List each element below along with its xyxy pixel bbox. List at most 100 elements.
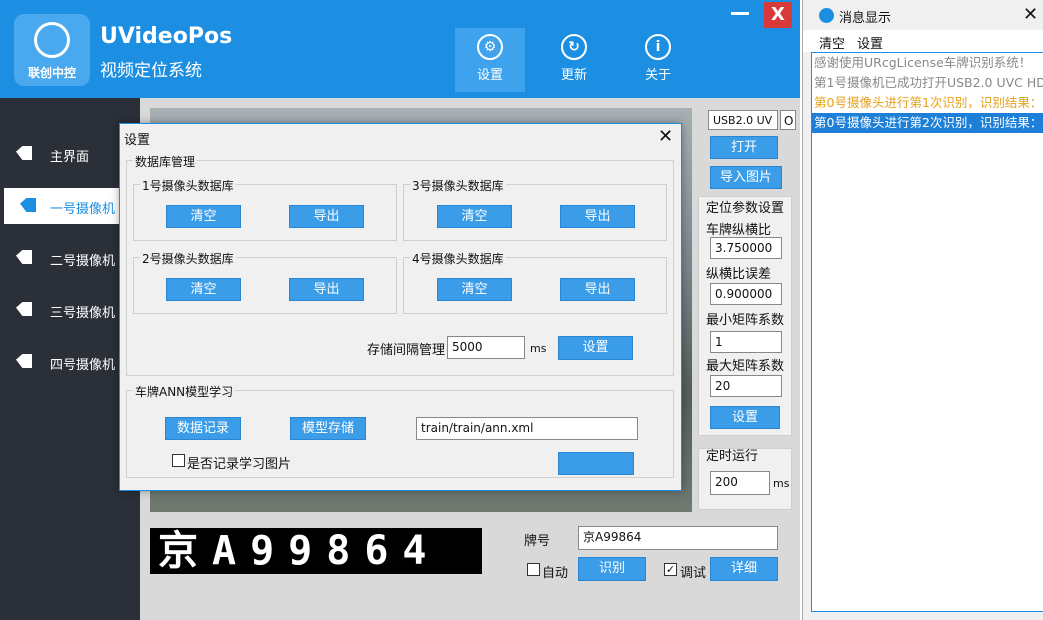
message-menu-bar: 清空 设置 (803, 30, 1043, 52)
sidebar-item-label: 一号摄像机 (50, 202, 116, 217)
app-logo: 联创中控 (14, 14, 90, 86)
recognize-button[interactable]: 识别 (578, 557, 646, 581)
db3-clear-button[interactable]: 清空 (437, 205, 512, 228)
db2-group: 2号摄像头数据库 清空 导出 (133, 250, 397, 314)
record-images-checkbox[interactable] (172, 454, 185, 467)
ann-action-button[interactable] (558, 452, 634, 475)
info-icon: i (645, 34, 671, 60)
nav-update-label: 更新 (560, 68, 587, 83)
aspect-error-label: 纵横比误差 (706, 267, 772, 282)
auto-checkbox[interactable] (527, 563, 540, 576)
sidebar-item-label: 主界面 (50, 150, 90, 165)
save-model-button[interactable]: 模型存储 (290, 417, 366, 440)
refresh-icon: ↻ (561, 34, 587, 60)
db4-title: 4号摄像头数据库 (410, 250, 506, 267)
nav-update[interactable]: ↻ 更新 (539, 28, 609, 92)
db3-group: 3号摄像头数据库 清空 导出 (403, 177, 667, 241)
auto-label: 自动 (542, 566, 569, 581)
plate-number-input[interactable]: 京A99864 (578, 526, 778, 550)
db1-group: 1号摄像头数据库 清空 导出 (133, 177, 397, 241)
message-window: 消息显示 ✕ 清空 设置 感谢使用URcgLicense车牌识别系统！ 第1号摄… (802, 0, 1043, 620)
menu-clear[interactable]: 清空 (819, 33, 845, 52)
plate-number-label: 牌号 (524, 534, 551, 549)
interval-label: 存储间隔管理 (367, 343, 446, 358)
settings-icon: ⚙ (477, 34, 503, 60)
import-image-button[interactable]: 导入图片 (710, 166, 782, 189)
model-path-input[interactable]: train/train/ann.xml (416, 417, 638, 440)
sidebar-item-label: 二号摄像机 (50, 254, 116, 269)
max-rect-label: 最大矩阵系数 (706, 359, 785, 374)
db3-export-button[interactable]: 导出 (560, 205, 635, 228)
db1-title: 1号摄像头数据库 (140, 177, 236, 194)
debug-label: 调试 (680, 566, 707, 581)
ann-group: 车牌ANN模型学习 数据记录 模型存储 train/train/ann.xml … (126, 383, 674, 478)
close-button[interactable]: X (764, 2, 792, 28)
timer-group: 定时运行 200 ms (698, 448, 792, 510)
message-close-icon[interactable]: ✕ (1023, 4, 1038, 25)
app-subtitle: 视频定位系统 (100, 61, 202, 81)
nav-about-label: 关于 (644, 68, 671, 83)
db2-title: 2号摄像头数据库 (140, 250, 236, 267)
record-data-button[interactable]: 数据记录 (165, 417, 241, 440)
sidebar-item-label: 四号摄像机 (50, 358, 116, 373)
db4-group: 4号摄像头数据库 清空 导出 (403, 250, 667, 314)
menu-settings[interactable]: 设置 (857, 33, 883, 52)
db2-clear-button[interactable]: 清空 (166, 278, 241, 301)
nav-settings-label: 设置 (476, 68, 503, 83)
tag-icon (16, 146, 32, 160)
tag-icon (16, 250, 32, 264)
db1-export-button[interactable]: 导出 (289, 205, 364, 228)
list-item: 第0号摄像头进行第1次识别，识别结果：京 (814, 95, 1043, 110)
settings-dialog: 设置 ✕ 数据库管理 1号摄像头数据库 清空 导出 3号摄像头数据库 清空 导出… (119, 123, 682, 491)
message-window-title: 消息显示 (839, 11, 892, 26)
nav-about[interactable]: i 关于 (623, 28, 693, 92)
debug-checkbox[interactable]: ✓ (664, 563, 677, 576)
db1-clear-button[interactable]: 清空 (166, 205, 241, 228)
app-title: UVideoPos (100, 24, 233, 49)
open-camera-button[interactable]: 打开 (710, 136, 778, 159)
interval-set-button[interactable]: 设置 (558, 336, 633, 360)
param-set-button[interactable]: 设置 (710, 406, 780, 429)
tag-icon (16, 354, 32, 368)
min-rect-input[interactable]: 1 (710, 331, 782, 353)
header-bar: 联创中控 UVideoPos 视频定位系统 ⚙ 设置 ↻ 更新 i 关于 X (0, 0, 800, 98)
list-item: 感谢使用URcgLicense车牌识别系统！ (814, 55, 1032, 70)
max-rect-input[interactable]: 20 (710, 375, 782, 397)
message-list[interactable]: 感谢使用URcgLicense车牌识别系统！ 第1号摄像机已成功打开USB2.0… (811, 52, 1043, 612)
db-group-title: 数据库管理 (133, 153, 198, 170)
list-item: 第0号摄像头进行第2次识别，识别结果：京 (812, 113, 1043, 133)
dialog-title: 设置 (124, 133, 151, 148)
list-item: 第1号摄像机已成功打开USB2.0 UVC HD W (814, 75, 1043, 90)
db-management-group: 数据库管理 1号摄像头数据库 清空 导出 3号摄像头数据库 清空 导出 2号摄像… (126, 153, 674, 376)
ann-group-title: 车牌ANN模型学习 (133, 383, 236, 400)
db4-export-button[interactable]: 导出 (560, 278, 635, 301)
record-images-label: 是否记录学习图片 (187, 457, 292, 472)
tag-icon (20, 198, 36, 212)
aspect-error-input[interactable]: 0.900000 (710, 283, 782, 305)
min-rect-label: 最小矩阵系数 (706, 313, 785, 328)
timer-group-title: 定时运行 (706, 449, 759, 464)
db4-clear-button[interactable]: 清空 (437, 278, 512, 301)
timer-unit: ms (773, 477, 790, 490)
interval-input[interactable]: 5000 (447, 336, 525, 359)
aspect-label: 车牌纵横比 (706, 223, 772, 238)
dialog-close-icon[interactable]: ✕ (658, 126, 673, 147)
param-group-title: 定位参数设置 (706, 201, 785, 216)
nav-settings[interactable]: ⚙ 设置 (455, 28, 525, 92)
logo-text: 联创中控 (27, 66, 76, 80)
db2-export-button[interactable]: 导出 (289, 278, 364, 301)
tag-icon (16, 302, 32, 316)
globe-icon (34, 22, 70, 58)
plate-image: 京A99864 (150, 528, 482, 574)
o-button[interactable]: O (780, 110, 796, 130)
interval-unit: ms (530, 342, 547, 355)
db3-title: 3号摄像头数据库 (410, 177, 506, 194)
camera-source-select[interactable]: USB2.0 UV (708, 110, 778, 130)
minimize-button[interactable] (731, 12, 749, 15)
detail-button[interactable]: 详细 (710, 557, 778, 581)
param-group: 定位参数设置 车牌纵横比 3.750000 纵横比误差 0.900000 最小矩… (698, 196, 792, 436)
aspect-input[interactable]: 3.750000 (710, 237, 782, 259)
sidebar-item-label: 三号摄像机 (50, 306, 116, 321)
app-icon (819, 8, 834, 23)
timer-input[interactable]: 200 (710, 471, 770, 495)
